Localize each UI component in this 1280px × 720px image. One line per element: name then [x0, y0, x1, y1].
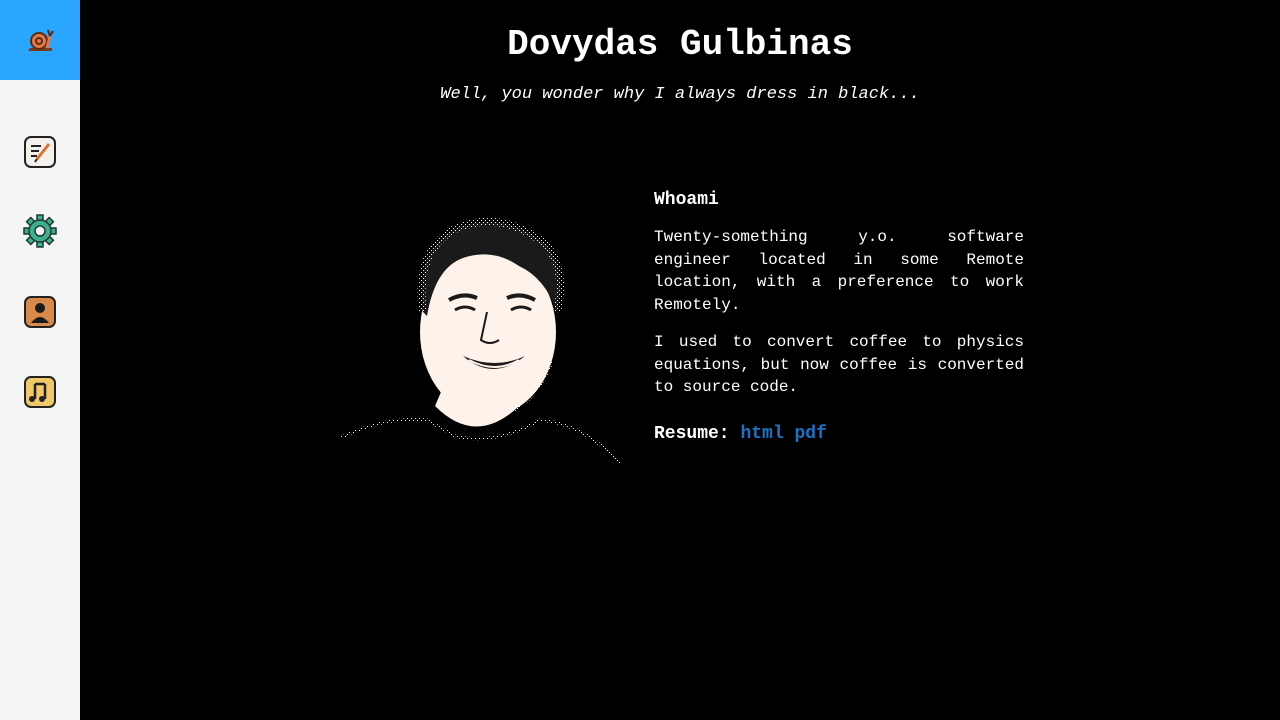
sidebar-home[interactable]	[0, 0, 80, 80]
notepad-pencil-icon[interactable]	[23, 135, 57, 169]
resume-html-link[interactable]: html	[740, 424, 783, 444]
tagline: Well, you wonder why I always dress in b…	[440, 85, 920, 104]
gear-icon[interactable]	[23, 214, 57, 248]
portrait-image	[335, 210, 625, 468]
resume-row: Resume: html pdf	[654, 424, 1024, 444]
person-icon[interactable]	[23, 295, 57, 329]
about-section: Whoami Twenty-something y.o. software en…	[654, 190, 1024, 444]
about-heading: Whoami	[654, 190, 719, 210]
about-paragraph-1: Twenty-something y.o. software engineer …	[654, 228, 1024, 314]
sidebar	[0, 0, 80, 720]
music-notes-icon[interactable]	[23, 375, 57, 409]
snail-icon[interactable]	[24, 24, 58, 58]
about-paragraph-2: I used to convert coffee to physics equa…	[654, 333, 1024, 396]
resume-pdf-link[interactable]: pdf	[794, 424, 826, 444]
resume-label: Resume:	[654, 423, 730, 444]
page-title: Dovydas Gulbinas	[507, 24, 853, 65]
